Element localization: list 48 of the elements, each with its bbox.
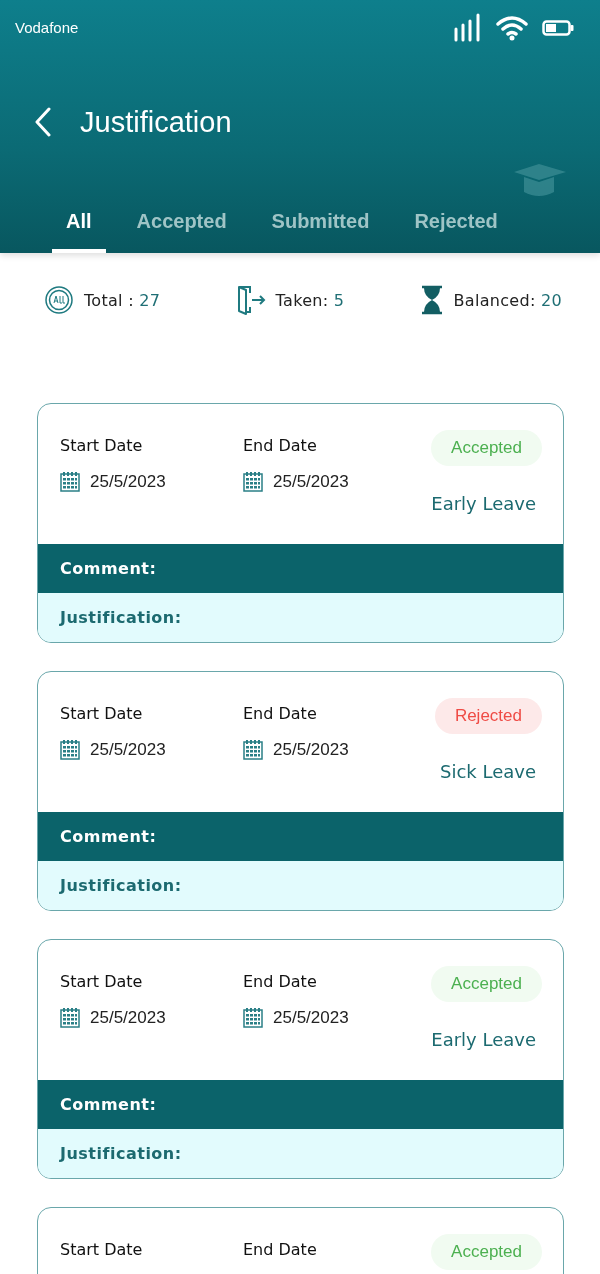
calendar-icon — [243, 471, 263, 492]
calendar-icon — [60, 471, 80, 492]
signal-icon — [454, 12, 482, 43]
end-date-label: End Date — [243, 436, 318, 455]
exit-door-icon — [235, 285, 266, 315]
justification-label: Justification: — [60, 608, 182, 627]
page-title: Justification — [80, 105, 232, 139]
status-badge: Accepted — [431, 966, 542, 1002]
summary-text: Total : 27 — [84, 290, 161, 310]
calendar-icon — [60, 739, 80, 760]
calendar-icon — [243, 739, 263, 760]
end-date: 25/5/2023 — [273, 739, 349, 760]
leave-type: Early Leave — [431, 493, 536, 514]
status-badge: Rejected — [434, 698, 542, 734]
start-date: 25/5/2023 — [90, 471, 166, 492]
calendar-icon — [243, 1007, 263, 1028]
leave-type: Sick Leave — [440, 761, 536, 782]
tab[interactable]: Rejected — [414, 204, 498, 253]
start-date-label: Start Date — [60, 1240, 144, 1259]
tab[interactable]: Accepted — [136, 204, 227, 253]
battery-icon — [542, 19, 574, 36]
start-date-label: Start Date — [60, 436, 144, 455]
calendar-icon — [60, 1007, 80, 1028]
wifi-icon — [496, 14, 528, 41]
start-date: 25/5/2023 — [90, 1007, 166, 1028]
leave-type: Early Leave — [431, 1029, 536, 1050]
status-badge: Accepted — [431, 1234, 542, 1270]
end-date-label: End Date — [243, 1240, 318, 1259]
start-date-label: Start Date — [60, 704, 144, 723]
end-date-label: End Date — [243, 972, 318, 991]
carrier-name: Vodafone — [15, 19, 79, 36]
all-circle-icon — [44, 285, 74, 315]
end-date: 25/5/2023 — [273, 471, 349, 492]
comment-label: Comment: — [60, 559, 157, 578]
start-date: 25/5/2023 — [90, 739, 166, 760]
summary-text: Taken: 5 — [275, 290, 345, 310]
end-date-label: End Date — [243, 704, 318, 723]
comment-label: Comment: — [60, 827, 157, 846]
comment-label: Comment: — [60, 1095, 157, 1114]
justification-label: Justification: — [60, 1144, 182, 1163]
justification-label: Justification: — [60, 876, 182, 895]
start-date-label: Start Date — [60, 972, 144, 991]
hourglass-icon — [419, 285, 444, 315]
summary-text: Balanced: 20 — [453, 290, 562, 310]
tab[interactable]: All — [52, 204, 106, 253]
end-date: 25/5/2023 — [273, 1007, 349, 1028]
status-badge: Accepted — [431, 430, 542, 466]
tab[interactable]: Submitted — [271, 204, 370, 253]
